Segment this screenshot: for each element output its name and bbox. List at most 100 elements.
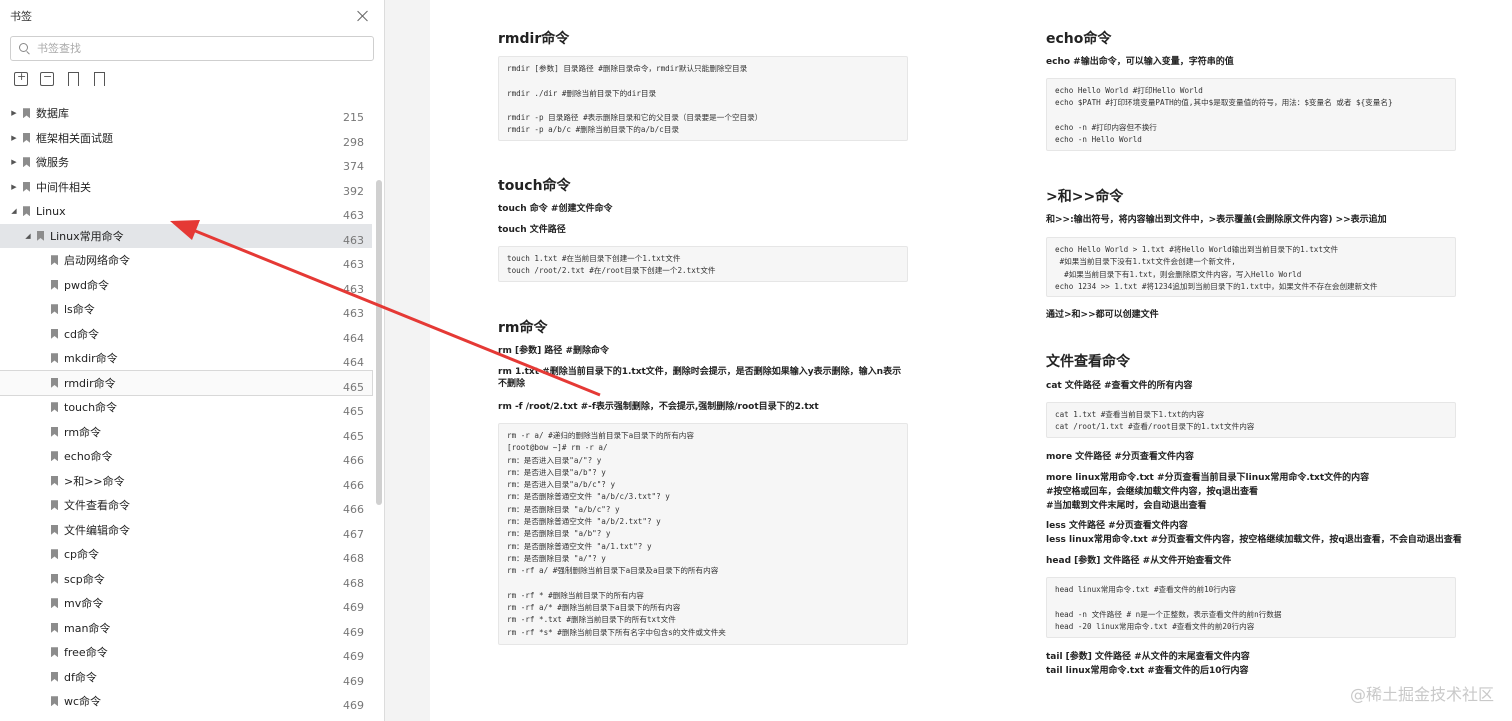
collapse-arrow-icon[interactable]: ◢: [10, 207, 18, 215]
redirect-code-block: echo Hello World > 1.txt #将Hello World输出…: [1046, 237, 1456, 297]
sidebar-toolbar: [14, 70, 106, 86]
bookmark-item[interactable]: 启动网络命令 463: [0, 248, 372, 273]
watermark: @稀土掘金技术社区: [1349, 685, 1494, 704]
echo-code-block: echo Hello World #打印Hello World echo $PA…: [1046, 78, 1456, 151]
add-bookmark-icon[interactable]: [66, 72, 80, 86]
collapse-all-icon[interactable]: [40, 70, 54, 86]
more-example: more linux常用命令.txt #分页查看当前目录下linux常用命令.t…: [1046, 473, 1370, 483]
sidebar-scrollbar[interactable]: [376, 180, 382, 505]
bookmark-item[interactable]: df命令 469: [0, 665, 372, 690]
bookmark-icon: [51, 598, 58, 609]
bookmark-page-number: 465: [343, 429, 364, 443]
bookmark-label: 框架相关面试题: [36, 131, 113, 145]
sidebar-title: 书签: [10, 10, 32, 23]
remove-bookmark-icon[interactable]: [92, 72, 106, 86]
redirect-desc: 和>>:输出符号，将内容输出到文件中，>表示覆盖(会删除原文件内容) >>表示追…: [1046, 215, 1387, 225]
bookmark-label: 启动网络命令: [64, 254, 130, 268]
bookmark-item[interactable]: ▶ 中间件相关 392: [0, 175, 372, 200]
bookmark-label: cd命令: [64, 327, 100, 341]
bookmark-page-number: 465: [343, 380, 364, 394]
bookmark-item[interactable]: rm命令 465: [0, 420, 372, 445]
bookmark-icon: [51, 622, 58, 633]
bookmark-item[interactable]: man命令 469: [0, 616, 372, 641]
bookmark-item[interactable]: cd命令 464: [0, 322, 372, 347]
more-note-2: #当加载到文件末尾时，会自动退出查看: [1046, 501, 1207, 511]
bookmark-item[interactable]: pwd命令 463: [0, 273, 372, 298]
bookmark-icon: [51, 377, 58, 388]
bookmark-item[interactable]: ▶ 框架相关面试题 298: [0, 126, 372, 151]
bookmark-item[interactable]: ▶ 微服务 374: [0, 150, 372, 175]
expand-all-icon[interactable]: [14, 70, 28, 86]
view-heading: 文件查看命令: [1046, 354, 1130, 370]
bookmark-label: 文件查看命令: [64, 499, 130, 513]
bookmark-page-number: 466: [343, 454, 364, 467]
bookmark-item[interactable]: mv命令 469: [0, 591, 372, 616]
touch-desc-2: touch 文件路径: [498, 225, 566, 235]
echo-heading: echo命令: [1046, 31, 1112, 47]
bookmark-item[interactable]: free命令 469: [0, 640, 372, 665]
bookmark-item[interactable]: rmdir命令 465: [0, 369, 373, 396]
bookmark-page-number: 469: [343, 699, 364, 712]
expand-arrow-icon[interactable]: ▶: [10, 183, 18, 191]
bookmark-label: wc命令: [64, 695, 102, 709]
collapse-arrow-icon[interactable]: ◢: [24, 232, 32, 240]
sidebar-header: 书签: [0, 0, 384, 32]
close-icon[interactable]: [356, 9, 370, 23]
bookmark-item[interactable]: 文件编辑命令 467: [0, 518, 372, 543]
bookmark-search-box[interactable]: [10, 36, 374, 61]
rm-desc-2: rm 1.txt #删除当前目录下的1.txt文件，删除时会提示，是否删除如果输…: [498, 367, 902, 389]
touch-heading: touch命令: [498, 178, 571, 194]
bookmark-label: touch命令: [64, 401, 118, 415]
bookmark-page-number: 463: [343, 233, 364, 247]
bookmark-item[interactable]: ◢ Linux 463: [0, 199, 372, 224]
bookmark-icon: [23, 206, 30, 217]
bookmark-item[interactable]: scp命令 468: [0, 567, 372, 592]
expand-arrow-icon[interactable]: ▶: [10, 134, 18, 142]
bookmarks-sidebar: 书签 ▶ 数据库 215 ▶ 框架相关面试题 298 ▶ 微服务 374 ▶ 中间件相关 392 ◢ Li…: [0, 0, 385, 721]
bookmark-label: 文件编辑命令: [64, 523, 130, 537]
bookmark-icon: [51, 573, 58, 584]
echo-desc: echo #输出命令，可以输入变量，字符串的值: [1046, 57, 1234, 67]
document-page: rmdir命令 rmdir [参数] 目录路径 #删除目录命令，rmdir默认只…: [430, 0, 1512, 721]
bookmark-icon: [51, 426, 58, 437]
bookmark-item[interactable]: 文件查看命令 466: [0, 493, 372, 518]
bookmark-label: >和>>命令: [64, 474, 125, 488]
bookmark-label: scp命令: [64, 572, 105, 586]
bookmark-icon: [23, 108, 30, 119]
bookmark-label: df命令: [64, 670, 97, 684]
bookmark-page-number: 463: [343, 258, 364, 271]
bookmark-page-number: 469: [343, 625, 364, 639]
bookmark-item[interactable]: wc命令 469: [0, 689, 372, 714]
bookmark-item[interactable]: ▶ 数据库 215: [0, 101, 372, 126]
bookmark-label: mkdir命令: [64, 352, 118, 366]
bookmark-item[interactable]: ls命令 463: [0, 297, 372, 322]
bookmark-label: free命令: [64, 646, 108, 660]
bookmark-item[interactable]: touch命令 465: [0, 395, 372, 420]
bookmark-icon: [51, 696, 58, 707]
bookmark-icon: [23, 157, 30, 168]
bookmark-search-input[interactable]: [37, 42, 357, 55]
bookmark-item[interactable]: cp命令 468: [0, 542, 372, 567]
expand-arrow-icon[interactable]: ▶: [10, 109, 18, 117]
bookmark-icon: [51, 451, 58, 462]
bookmark-item[interactable]: >和>>命令 466: [0, 469, 372, 494]
bookmark-label: rm命令: [64, 425, 102, 439]
bookmark-tree: ▶ 数据库 215 ▶ 框架相关面试题 298 ▶ 微服务 374 ▶ 中间件相关 392 ◢ Linux…: [0, 101, 373, 714]
bookmark-icon: [51, 255, 58, 266]
bookmark-label: rmdir命令: [64, 376, 116, 390]
bookmark-item[interactable]: mkdir命令 464: [0, 346, 372, 371]
expand-arrow-icon[interactable]: ▶: [10, 158, 18, 166]
bookmark-page-number: 469: [343, 650, 364, 663]
more-note-1: #按空格或回车，会继续加载文件内容，按q退出查看: [1046, 487, 1258, 497]
bookmark-page-number: 469: [343, 601, 364, 614]
bookmark-icon: [37, 230, 44, 241]
bookmark-label: man命令: [64, 621, 111, 635]
bookmark-label: ls命令: [64, 303, 95, 317]
bookmark-item[interactable]: ◢ Linux常用命令 463: [0, 223, 372, 248]
bookmark-label: pwd命令: [64, 278, 109, 292]
bookmark-icon: [51, 475, 58, 486]
bookmark-label: 数据库: [36, 107, 69, 121]
rm-desc-1: rm [参数] 路径 #删除命令: [498, 346, 609, 356]
bookmark-item[interactable]: echo命令 466: [0, 444, 372, 469]
bookmark-page-number: 468: [343, 576, 364, 590]
